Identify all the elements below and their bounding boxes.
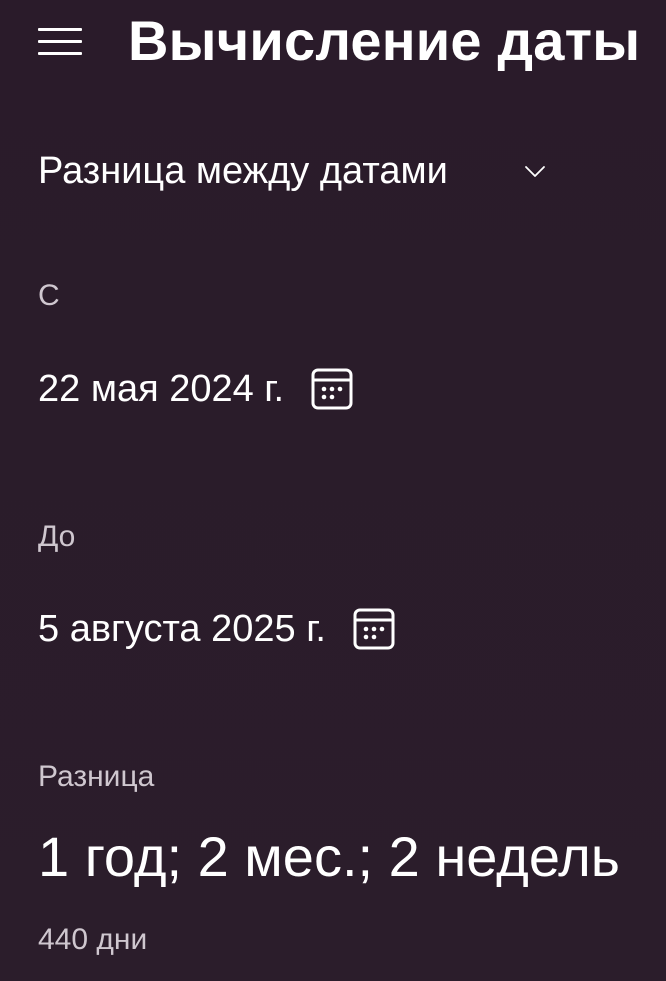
date-calculator-window: Вычисление даты Разница между датами С 2…: [0, 0, 666, 981]
from-date-picker[interactable]: 22 мая 2024 г.: [38, 363, 354, 415]
calendar-icon: [353, 608, 395, 650]
calculation-mode-dropdown[interactable]: Разница между датами: [38, 145, 558, 197]
chevron-down-icon: [525, 166, 545, 177]
hamburger-line: [38, 52, 82, 55]
calculation-mode-label: Разница между датами: [38, 150, 448, 192]
to-date-value: 5 августа 2025 г.: [38, 608, 326, 650]
calendar-icon: [311, 368, 353, 410]
from-label: С: [38, 279, 60, 312]
hamburger-line: [38, 40, 82, 43]
from-date-value: 22 мая 2024 г.: [38, 368, 285, 410]
hamburger-menu-icon[interactable]: [38, 24, 84, 58]
page-title: Вычисление даты: [128, 9, 641, 72]
difference-result: 1 год; 2 мес.; 2 недель: [38, 825, 620, 888]
difference-days: 440 дни: [38, 923, 148, 956]
to-date-picker[interactable]: 5 августа 2025 г.: [38, 603, 396, 655]
to-label: До: [38, 520, 76, 553]
hamburger-line: [38, 28, 82, 31]
difference-label: Разница: [38, 760, 155, 793]
